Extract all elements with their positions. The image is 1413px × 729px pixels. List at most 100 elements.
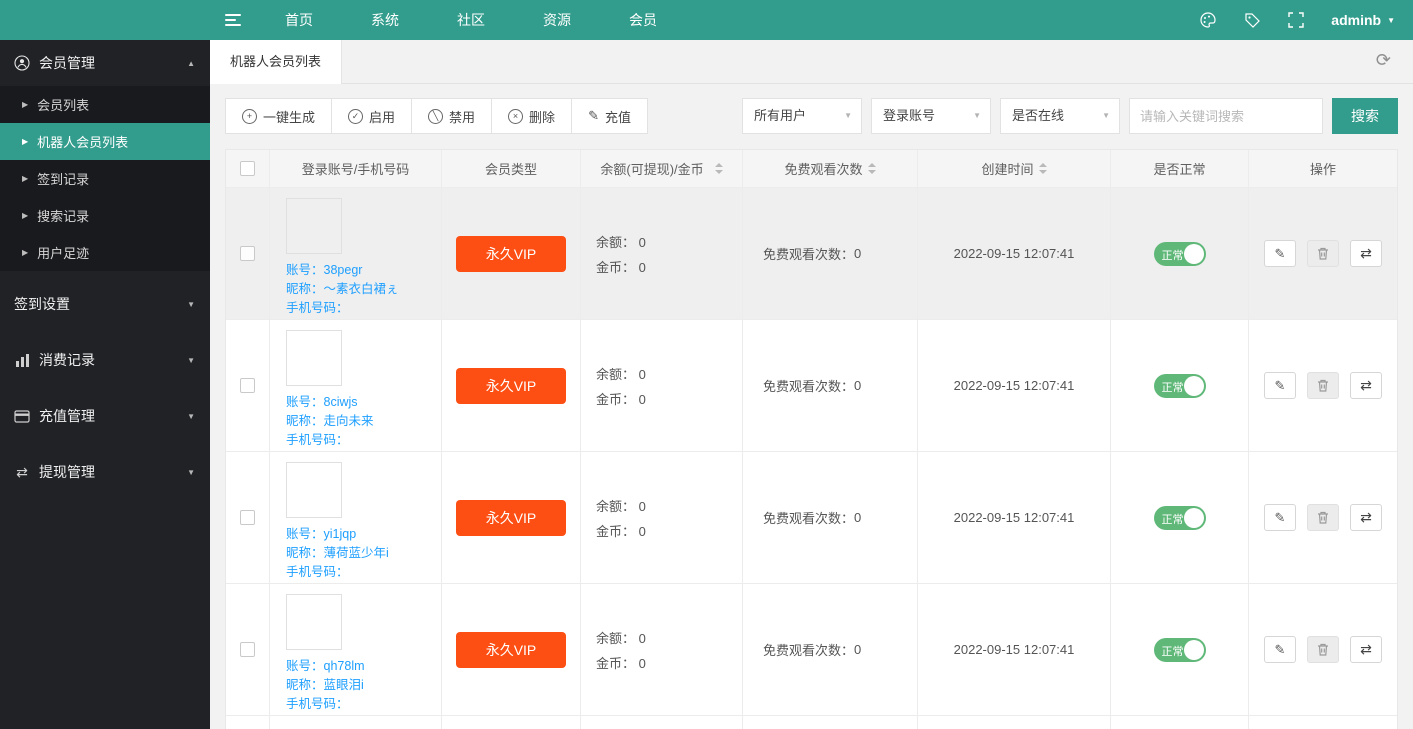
sidebar-group-withdraw-mgmt[interactable]: ⇄ 提现管理 ▼ — [0, 449, 210, 495]
col-member-type: 会员类型 — [442, 150, 581, 188]
gold-value: 0 — [638, 259, 646, 275]
menu-fold-icon[interactable] — [210, 0, 256, 40]
transfer-button[interactable]: ⇄ — [1350, 240, 1382, 267]
sort-icon[interactable] — [867, 163, 876, 174]
search-input[interactable] — [1129, 98, 1323, 134]
vip-button[interactable]: 永久VIP — [456, 367, 566, 404]
enable-button[interactable]: ✓ 启用 — [331, 98, 413, 134]
sidebar-group-label: 会员管理 — [39, 55, 95, 71]
col-balance[interactable]: 余额(可提现)/金币 — [581, 150, 743, 188]
row-checkbox[interactable] — [240, 378, 255, 393]
balance-value: 0 — [638, 366, 646, 382]
transfer-button[interactable]: ⇄ — [1350, 504, 1382, 531]
chevron-down-icon: ▼ — [187, 299, 195, 309]
gold-value: 0 — [638, 523, 646, 539]
app-window: 首页 系统 社区 资源 会员 adminb ▼ 橙子CMS — [0, 0, 1413, 729]
delete-row-button[interactable] — [1307, 636, 1339, 663]
col-created[interactable]: 创建时间 — [918, 150, 1111, 188]
chevron-down-icon: ▼ — [187, 411, 195, 421]
generate-button[interactable]: + 一键生成 — [225, 98, 333, 134]
table-header: 登录账号/手机号码 会员类型 余额(可提现)/金币 免费观看次数 创建时间 是否… — [226, 150, 1397, 188]
nav-home[interactable]: 首页 — [256, 0, 342, 40]
online-status-select[interactable]: 是否在线 ▼ — [1000, 98, 1120, 134]
edit-icon: ✎ — [588, 108, 599, 123]
toggle-knob — [1183, 243, 1204, 264]
row-checkbox[interactable] — [240, 510, 255, 525]
sidebar-group-signin-settings[interactable]: 签到设置 ▼ — [0, 281, 210, 327]
login-account-select[interactable]: 登录账号 ▼ — [871, 98, 991, 134]
chevron-down-icon: ▼ — [187, 467, 195, 477]
delete-row-button[interactable] — [1307, 240, 1339, 267]
fullscreen-icon[interactable] — [1287, 11, 1305, 29]
edit-button[interactable]: ✎ — [1264, 372, 1296, 399]
delete-row-button[interactable] — [1307, 372, 1339, 399]
account-link[interactable]: qh78lm — [324, 659, 365, 673]
views-value: 0 — [854, 246, 862, 261]
button-group: + 一键生成 ✓ 启用 ╲ 禁用 × 删除 ✎ 充值 — [225, 98, 648, 134]
chevron-down-icon: ▼ — [1102, 111, 1110, 120]
nickname: 蓝眼泪i — [323, 678, 364, 692]
vip-button[interactable]: 永久VIP — [456, 235, 566, 272]
nickname: 薄荷蓝少年i — [323, 546, 389, 560]
col-free-views[interactable]: 免费观看次数 — [743, 150, 918, 188]
account-link[interactable]: 38pegr — [324, 263, 363, 277]
sidebar-group-member-mgmt[interactable]: 会员管理 ▲ — [0, 40, 210, 86]
transfer-icon: ⇄ — [16, 463, 28, 480]
sidebar-item-robot-member-list[interactable]: ▶ 机器人会员列表 — [0, 123, 210, 160]
tab-robot-member-list[interactable]: 机器人会员列表 — [210, 40, 343, 84]
tag-icon[interactable] — [1243, 11, 1261, 29]
balance-value: 0 — [638, 498, 646, 514]
table-row: 账号：yi1jqp 昵称：薄荷蓝少年i 手机号码： 永久VIP 余额： 0 金币… — [226, 452, 1397, 584]
delete-row-button[interactable] — [1307, 504, 1339, 531]
table-row — [226, 716, 1397, 729]
recharge-button[interactable]: ✎ 充值 — [571, 98, 648, 134]
top-bar: 首页 系统 社区 资源 会员 adminb ▼ — [0, 0, 1413, 40]
status-toggle[interactable]: 正常 — [1153, 241, 1206, 266]
trash-icon — [1318, 247, 1328, 260]
views-value: 0 — [854, 378, 862, 393]
gold-value: 0 — [638, 391, 646, 407]
edit-button[interactable]: ✎ — [1264, 636, 1296, 663]
row-checkbox[interactable] — [240, 246, 255, 261]
vip-button[interactable]: 永久VIP — [456, 631, 566, 668]
edit-button[interactable]: ✎ — [1264, 504, 1296, 531]
member-table: 登录账号/手机号码 会员类型 余额(可提现)/金币 免费观看次数 创建时间 是否… — [225, 149, 1398, 729]
vip-button[interactable]: 永久VIP — [456, 499, 566, 536]
nav-system[interactable]: 系统 — [342, 0, 428, 40]
user-menu[interactable]: adminb ▼ — [1331, 12, 1395, 28]
disable-button[interactable]: ╲ 禁用 — [411, 98, 493, 134]
chevron-up-icon: ▲ — [187, 58, 195, 68]
status-toggle[interactable]: 正常 — [1153, 505, 1206, 530]
sidebar-group-recharge-mgmt[interactable]: 充值管理 ▼ — [0, 393, 210, 439]
sort-icon[interactable] — [1038, 163, 1047, 174]
balance-value: 0 — [638, 234, 646, 250]
edit-button[interactable]: ✎ — [1264, 240, 1296, 267]
user-type-select[interactable]: 所有用户 ▼ — [742, 98, 862, 134]
refresh-icon[interactable]: ⟳ — [1376, 51, 1391, 69]
nav-members[interactable]: 会员 — [600, 0, 686, 40]
sidebar-item-user-footprints[interactable]: ▶ 用户足迹 — [0, 234, 210, 271]
sidebar-item-signin-records[interactable]: ▶ 签到记录 — [0, 160, 210, 197]
top-bar-right: adminb ▼ — [1199, 0, 1395, 40]
nav-resources[interactable]: 资源 — [514, 0, 600, 40]
created-time: 2022-09-15 12:07:41 — [918, 584, 1111, 716]
delete-button[interactable]: × 删除 — [491, 98, 573, 134]
select-all-checkbox[interactable] — [240, 161, 255, 176]
theme-icon[interactable] — [1199, 11, 1217, 29]
status-toggle[interactable]: 正常 — [1153, 373, 1206, 398]
sidebar-item-member-list[interactable]: ▶ 会员列表 — [0, 86, 210, 123]
chevron-down-icon: ▼ — [1387, 15, 1395, 25]
sidebar-item-search-records[interactable]: ▶ 搜索记录 — [0, 197, 210, 234]
search-button[interactable]: 搜索 — [1332, 98, 1398, 134]
transfer-button[interactable]: ⇄ — [1350, 636, 1382, 663]
trash-icon — [1318, 643, 1328, 656]
pencil-icon: ✎ — [1274, 245, 1286, 261]
row-checkbox[interactable] — [240, 642, 255, 657]
sort-icon[interactable] — [714, 163, 723, 174]
status-toggle[interactable]: 正常 — [1153, 637, 1206, 662]
account-link[interactable]: 8ciwjs — [324, 395, 358, 409]
transfer-button[interactable]: ⇄ — [1350, 372, 1382, 399]
sidebar-group-consumption-records[interactable]: 消费记录 ▼ — [0, 337, 210, 383]
account-link[interactable]: yi1jqp — [324, 527, 357, 541]
nav-community[interactable]: 社区 — [428, 0, 514, 40]
